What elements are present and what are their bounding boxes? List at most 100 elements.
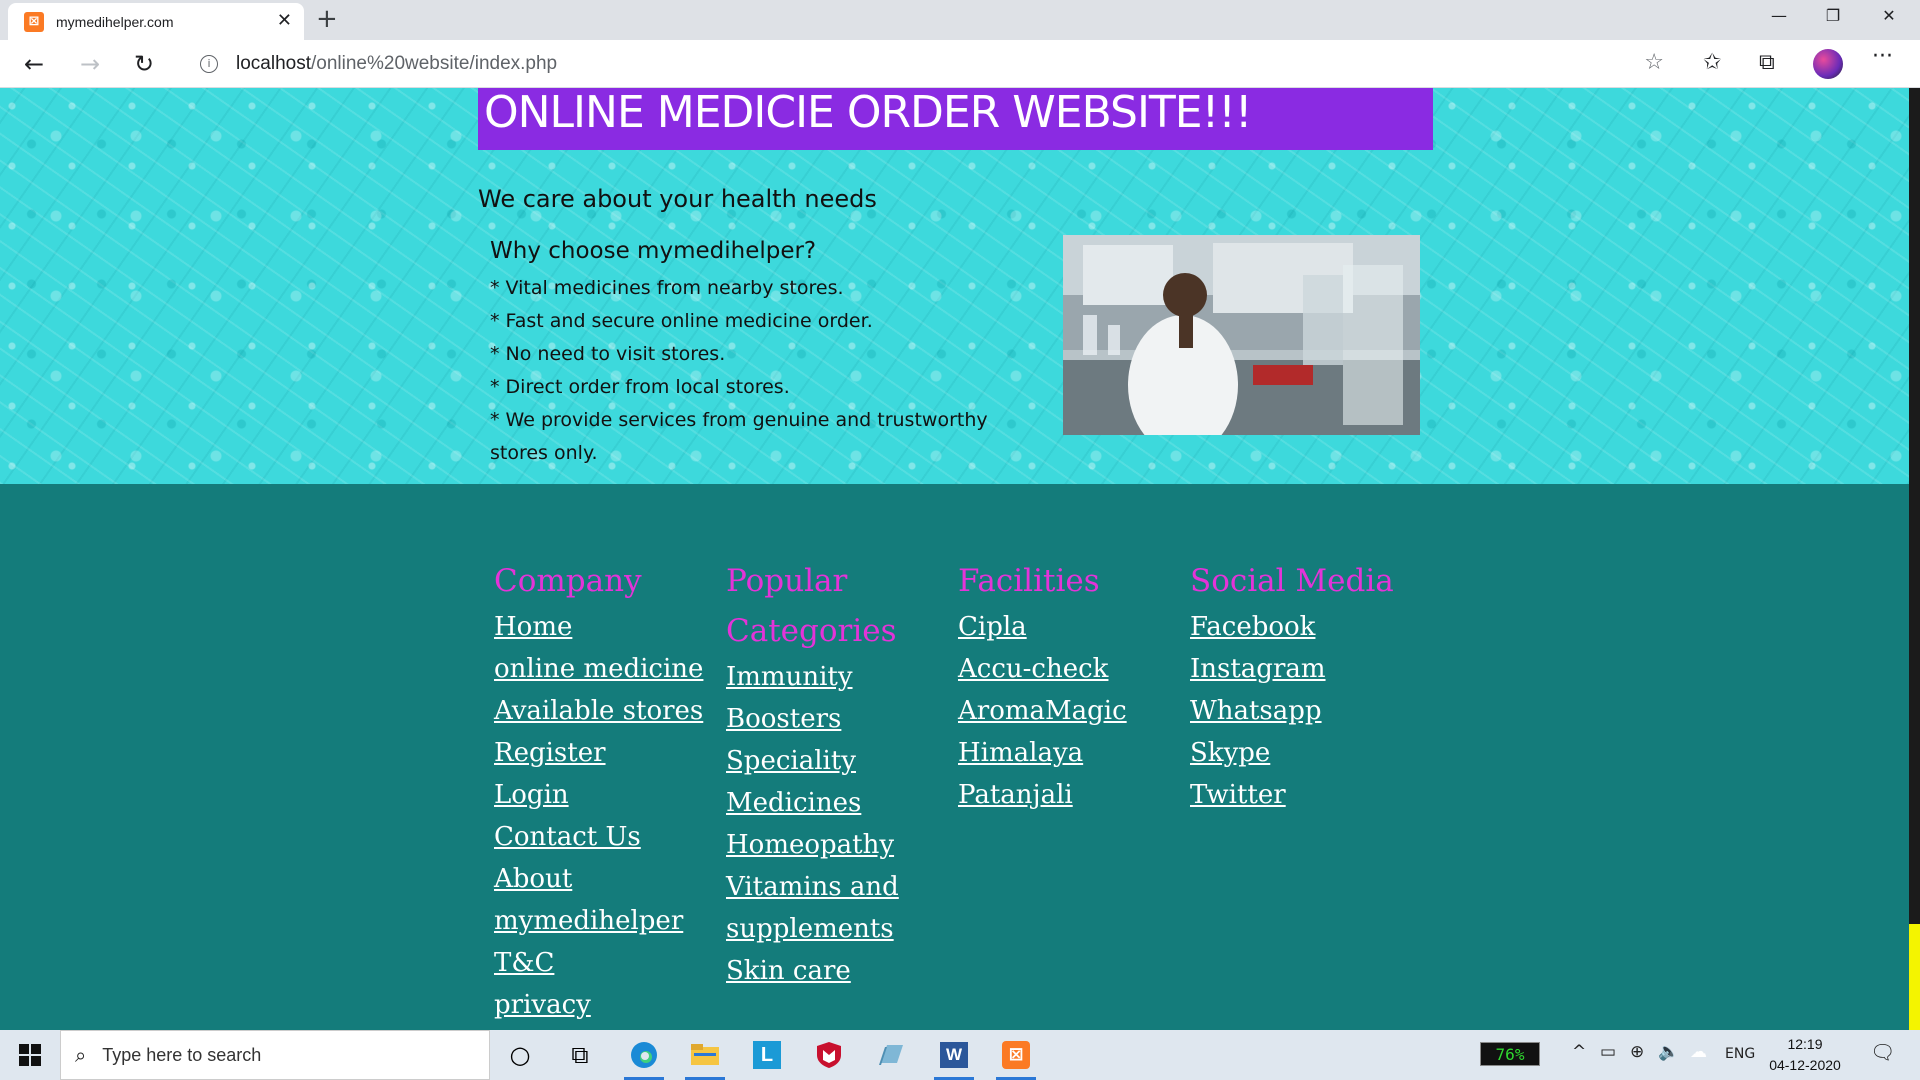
language-indicator[interactable]: ENG	[1725, 1046, 1755, 1062]
forward-icon[interactable]: →	[74, 48, 106, 80]
tagline: We care about your health needs	[478, 185, 877, 213]
footer-heading-social: Social Media	[1190, 563, 1394, 599]
footer-link-skype[interactable]: Skype	[1190, 732, 1410, 774]
footer-link-speciality-medicines[interactable]: Speciality Medicines	[726, 740, 916, 824]
edge-logo	[631, 1042, 657, 1068]
more-menu-icon[interactable]: ···	[1872, 44, 1893, 69]
footer-link-whatsapp[interactable]: Whatsapp	[1190, 690, 1410, 732]
task-view-icon[interactable]: ⧉	[556, 1036, 604, 1074]
footer-heading-company: Company	[494, 563, 642, 599]
footer-column-categories: Popular Categories Immunity Boosters Spe…	[726, 556, 916, 992]
footer-link-instagram[interactable]: Instagram	[1190, 648, 1410, 690]
footer-link-privacy[interactable]: privacy	[494, 984, 714, 1026]
footer-link-tc[interactable]: T&C	[494, 942, 714, 984]
xampp-icon: ⊠	[24, 11, 44, 32]
footer-column-facilities: Facilities Cipla Accu-check AromaMagic H…	[958, 556, 1178, 816]
clock-date: 04-12-2020	[1769, 1057, 1841, 1073]
footer: Company Home online medicine Available s…	[0, 484, 1909, 1030]
shield-icon	[817, 1042, 841, 1068]
point-item: * Direct order from local stores.	[490, 376, 790, 398]
footer-link-aromamagic[interactable]: AromaMagic	[958, 690, 1178, 732]
footer-link-immunity-boosters[interactable]: Immunity Boosters	[726, 656, 916, 740]
footer-link-available-stores[interactable]: Available stores	[494, 690, 714, 732]
point-item: * We provide services from genuine and t…	[490, 409, 988, 464]
windows-start-button[interactable]	[0, 1030, 60, 1080]
close-tab-icon[interactable]: ✕	[277, 10, 292, 31]
new-tab-icon[interactable]: +	[316, 4, 338, 34]
cortana-icon[interactable]: ○	[496, 1036, 544, 1074]
mcafee-shield-icon[interactable]	[805, 1036, 853, 1074]
restore-icon[interactable]: ❐	[1810, 6, 1856, 34]
tab-title: mymedihelper.com	[56, 13, 174, 30]
footer-link-patanjali[interactable]: Patanjali	[958, 774, 1178, 816]
page-viewport: ONLINE MEDICIE ORDER WEBSITE!!! We care …	[0, 88, 1920, 1030]
footer-link-cipla[interactable]: Cipla	[958, 606, 1178, 648]
footer-link-register[interactable]: Register	[494, 732, 714, 774]
title-banner: ONLINE MEDICIE ORDER WEBSITE!!!	[478, 88, 1433, 150]
footer-link-homeopathy[interactable]: Homeopathy	[726, 824, 916, 866]
footer-column-social: Social Media Facebook Instagram Whatsapp…	[1190, 556, 1410, 816]
footer-link-himalaya[interactable]: Himalaya	[958, 732, 1178, 774]
file-explorer-icon[interactable]	[681, 1036, 729, 1080]
browser-tab[interactable]: ⊠ mymedihelper.com ✕	[8, 3, 304, 40]
footer-heading-categories: Popular Categories	[726, 563, 897, 649]
l-app-icon[interactable]: L	[743, 1036, 791, 1074]
favorites-icon[interactable]: ✩	[1703, 50, 1721, 75]
site-info-icon[interactable]: i	[200, 55, 218, 73]
word-app-icon[interactable]: W	[930, 1036, 978, 1080]
windows-logo-icon	[19, 1044, 41, 1066]
folder-icon	[691, 1044, 719, 1065]
address-bar[interactable]: i localhost/online%20website/index.php ☆	[182, 46, 1682, 82]
lab-photo	[1063, 235, 1420, 435]
footer-heading-facilities: Facilities	[958, 563, 1100, 599]
taskbar-search-input[interactable]: ⌕ Type here to search	[60, 1030, 490, 1080]
footer-link-online-medicine[interactable]: online medicine	[494, 648, 714, 690]
notepad-icon[interactable]	[867, 1036, 915, 1074]
notebook-icon	[879, 1045, 903, 1065]
footer-link-twitter[interactable]: Twitter	[1190, 774, 1410, 816]
hero-section: ONLINE MEDICIE ORDER WEBSITE!!! We care …	[0, 88, 1909, 484]
close-window-icon[interactable]: ✕	[1866, 6, 1912, 34]
footer-link-facebook[interactable]: Facebook	[1190, 606, 1410, 648]
footer-link-about[interactable]: About mymedihelper	[494, 858, 684, 942]
point-item: * Vital medicines from nearby stores.	[490, 277, 844, 299]
url-text: localhost/online%20website/index.php	[236, 53, 558, 74]
point-item: * Fast and secure online medicine order.	[490, 310, 873, 332]
search-placeholder: Type here to search	[102, 1044, 262, 1065]
scrollbar-thumb[interactable]	[1909, 924, 1920, 1030]
lab-scientist-image	[1063, 235, 1420, 435]
taskbar: ⌕ Type here to search ○ ⧉ L W ⊠ 76% ^ ▭ …	[0, 1030, 1920, 1080]
collections-icon[interactable]: ⧉	[1759, 50, 1775, 75]
footer-link-skin-care[interactable]: Skin care	[726, 950, 916, 992]
footer-link-vitamins[interactable]: Vitamins and supplements	[726, 866, 916, 950]
search-icon: ⌕	[75, 1043, 87, 1067]
clock-time: 12:19	[1787, 1036, 1823, 1052]
footer-link-login[interactable]: Login	[494, 774, 714, 816]
browser-tab-bar: ⊠ mymedihelper.com ✕ + — ❐ ✕	[0, 0, 1920, 40]
reload-icon[interactable]: ↻	[128, 48, 160, 80]
scrollbar-track[interactable]	[1909, 88, 1920, 1030]
footer-link-contact-us[interactable]: Contact Us	[494, 816, 714, 858]
why-heading: Why choose mymedihelper?	[490, 238, 817, 264]
point-item: * No need to visit stores.	[490, 343, 726, 365]
browser-toolbar: ← → ↻ i localhost/online%20website/index…	[0, 40, 1920, 88]
show-hidden-icons-icon[interactable]: ^	[1572, 1042, 1586, 1062]
bookmark-star-icon[interactable]: ☆	[1644, 50, 1664, 75]
battery-icon[interactable]: ▭	[1600, 1042, 1616, 1062]
volume-icon[interactable]: 🔈	[1658, 1042, 1679, 1062]
notification-center-icon[interactable]: 🗨	[1870, 1040, 1895, 1064]
footer-link-home[interactable]: Home	[494, 606, 714, 648]
minimize-icon[interactable]: —	[1756, 6, 1802, 34]
back-icon[interactable]: ←	[18, 48, 50, 80]
network-icon[interactable]: ⊕	[1630, 1042, 1644, 1062]
footer-link-accu-check[interactable]: Accu-check	[958, 648, 1178, 690]
onedrive-cloud-icon[interactable]: ☁	[1690, 1042, 1707, 1062]
why-choose-section: Why choose mymedihelper? * Vital medicin…	[490, 238, 1010, 470]
battery-indicator[interactable]: 76%	[1480, 1042, 1540, 1066]
system-clock[interactable]: 12:19 04-12-2020	[1765, 1034, 1845, 1076]
footer-column-company: Company Home online medicine Available s…	[494, 556, 714, 1026]
profile-avatar[interactable]	[1813, 49, 1843, 79]
edge-browser-icon[interactable]	[620, 1036, 668, 1080]
xampp-taskbar-icon[interactable]: ⊠	[992, 1036, 1040, 1080]
site-title: ONLINE MEDICIE ORDER WEBSITE!!!	[484, 88, 1253, 138]
